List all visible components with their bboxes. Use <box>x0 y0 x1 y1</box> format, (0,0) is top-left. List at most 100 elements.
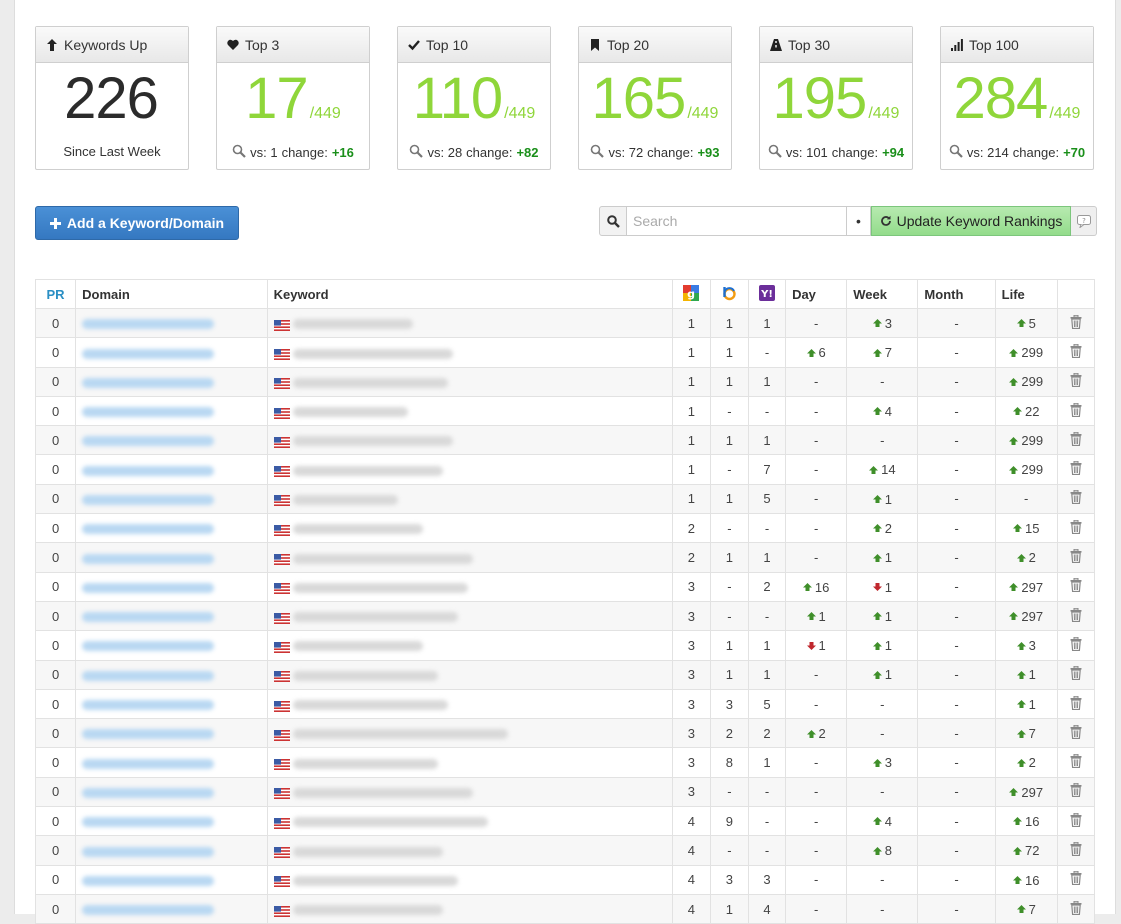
domain-link[interactable] <box>82 671 214 681</box>
domain-link[interactable] <box>82 641 214 651</box>
delete-row-button[interactable] <box>1057 367 1094 396</box>
trash-icon[interactable] <box>1070 373 1082 387</box>
domain-link[interactable] <box>82 349 214 359</box>
trash-icon[interactable] <box>1070 432 1082 446</box>
delete-row-button[interactable] <box>1057 719 1094 748</box>
cell-domain[interactable] <box>76 543 268 572</box>
domain-link[interactable] <box>82 729 214 739</box>
column-header-life[interactable]: Life <box>995 280 1057 309</box>
search-icon[interactable] <box>599 206 627 236</box>
cell-domain[interactable] <box>76 836 268 865</box>
domain-link[interactable] <box>82 319 214 329</box>
magnifier-icon[interactable] <box>768 144 782 161</box>
trash-icon[interactable] <box>1070 754 1082 768</box>
cell-domain[interactable] <box>76 689 268 718</box>
column-header-domain[interactable]: Domain <box>76 280 268 309</box>
cell-domain[interactable] <box>76 601 268 630</box>
trash-icon[interactable] <box>1070 666 1082 680</box>
cell-domain[interactable] <box>76 396 268 425</box>
domain-link[interactable] <box>82 700 214 710</box>
delete-row-button[interactable] <box>1057 484 1094 513</box>
delete-row-button[interactable] <box>1057 689 1094 718</box>
cell-domain[interactable] <box>76 631 268 660</box>
cell-domain[interactable] <box>76 572 268 601</box>
delete-row-button[interactable] <box>1057 455 1094 484</box>
cell-domain[interactable] <box>76 660 268 689</box>
domain-link[interactable] <box>82 876 214 886</box>
delete-row-button[interactable] <box>1057 631 1094 660</box>
trash-icon[interactable] <box>1070 637 1082 651</box>
column-header-month[interactable]: Month <box>918 280 995 309</box>
trash-icon[interactable] <box>1070 315 1082 329</box>
cell-domain[interactable] <box>76 484 268 513</box>
column-header-bing[interactable] <box>710 280 748 309</box>
column-header-keyword[interactable]: Keyword <box>267 280 672 309</box>
magnifier-icon[interactable] <box>232 144 246 161</box>
domain-link[interactable] <box>82 378 214 388</box>
domain-link[interactable] <box>82 788 214 798</box>
help-icon[interactable]: ? <box>1071 206 1097 236</box>
domain-link[interactable] <box>82 847 214 857</box>
cell-domain[interactable] <box>76 455 268 484</box>
trash-icon[interactable] <box>1070 696 1082 710</box>
magnifier-icon[interactable] <box>949 144 963 161</box>
trash-icon[interactable] <box>1070 578 1082 592</box>
domain-link[interactable] <box>82 524 214 534</box>
cell-domain[interactable] <box>76 748 268 777</box>
trash-icon[interactable] <box>1070 725 1082 739</box>
trash-icon[interactable] <box>1070 403 1082 417</box>
cell-domain[interactable] <box>76 514 268 543</box>
delete-row-button[interactable] <box>1057 309 1094 338</box>
add-keyword-domain-button[interactable]: Add a Keyword/Domain <box>35 206 239 240</box>
trash-icon[interactable] <box>1070 549 1082 563</box>
search-input[interactable] <box>627 206 847 236</box>
delete-row-button[interactable] <box>1057 514 1094 543</box>
delete-row-button[interactable] <box>1057 543 1094 572</box>
domain-link[interactable] <box>82 583 214 593</box>
cell-domain[interactable] <box>76 719 268 748</box>
domain-link[interactable] <box>82 466 214 476</box>
trash-icon[interactable] <box>1070 490 1082 504</box>
domain-link[interactable] <box>82 436 214 446</box>
domain-link[interactable] <box>82 554 214 564</box>
column-header-yahoo[interactable]: Y! <box>748 280 785 309</box>
trash-icon[interactable] <box>1070 871 1082 885</box>
cell-domain[interactable] <box>76 777 268 806</box>
cell-domain[interactable] <box>76 426 268 455</box>
delete-row-button[interactable] <box>1057 338 1094 367</box>
delete-row-button[interactable] <box>1057 807 1094 836</box>
column-header-day[interactable]: Day <box>786 280 847 309</box>
trash-icon[interactable] <box>1070 813 1082 827</box>
delete-row-button[interactable] <box>1057 894 1094 923</box>
cell-domain[interactable] <box>76 367 268 396</box>
trash-icon[interactable] <box>1070 520 1082 534</box>
column-header-google[interactable]: g <box>672 280 710 309</box>
trash-icon[interactable] <box>1070 783 1082 797</box>
delete-row-button[interactable] <box>1057 572 1094 601</box>
domain-link[interactable] <box>82 612 214 622</box>
delete-row-button[interactable] <box>1057 748 1094 777</box>
domain-link[interactable] <box>82 407 214 417</box>
cell-domain[interactable] <box>76 309 268 338</box>
trash-icon[interactable] <box>1070 842 1082 856</box>
cell-domain[interactable] <box>76 807 268 836</box>
delete-row-button[interactable] <box>1057 660 1094 689</box>
magnifier-icon[interactable] <box>409 144 423 161</box>
delete-row-button[interactable] <box>1057 836 1094 865</box>
trash-icon[interactable] <box>1070 461 1082 475</box>
delete-row-button[interactable] <box>1057 777 1094 806</box>
domain-link[interactable] <box>82 759 214 769</box>
cell-domain[interactable] <box>76 865 268 894</box>
delete-row-button[interactable] <box>1057 426 1094 455</box>
magnifier-icon[interactable] <box>590 144 604 161</box>
delete-row-button[interactable] <box>1057 396 1094 425</box>
domain-link[interactable] <box>82 495 214 505</box>
cell-domain[interactable] <box>76 894 268 923</box>
delete-row-button[interactable] <box>1057 865 1094 894</box>
trash-icon[interactable] <box>1070 901 1082 915</box>
domain-link[interactable] <box>82 817 214 827</box>
search-option-dot[interactable]: • <box>847 206 871 236</box>
delete-row-button[interactable] <box>1057 601 1094 630</box>
trash-icon[interactable] <box>1070 344 1082 358</box>
column-header-pr[interactable]: PR <box>36 280 76 309</box>
